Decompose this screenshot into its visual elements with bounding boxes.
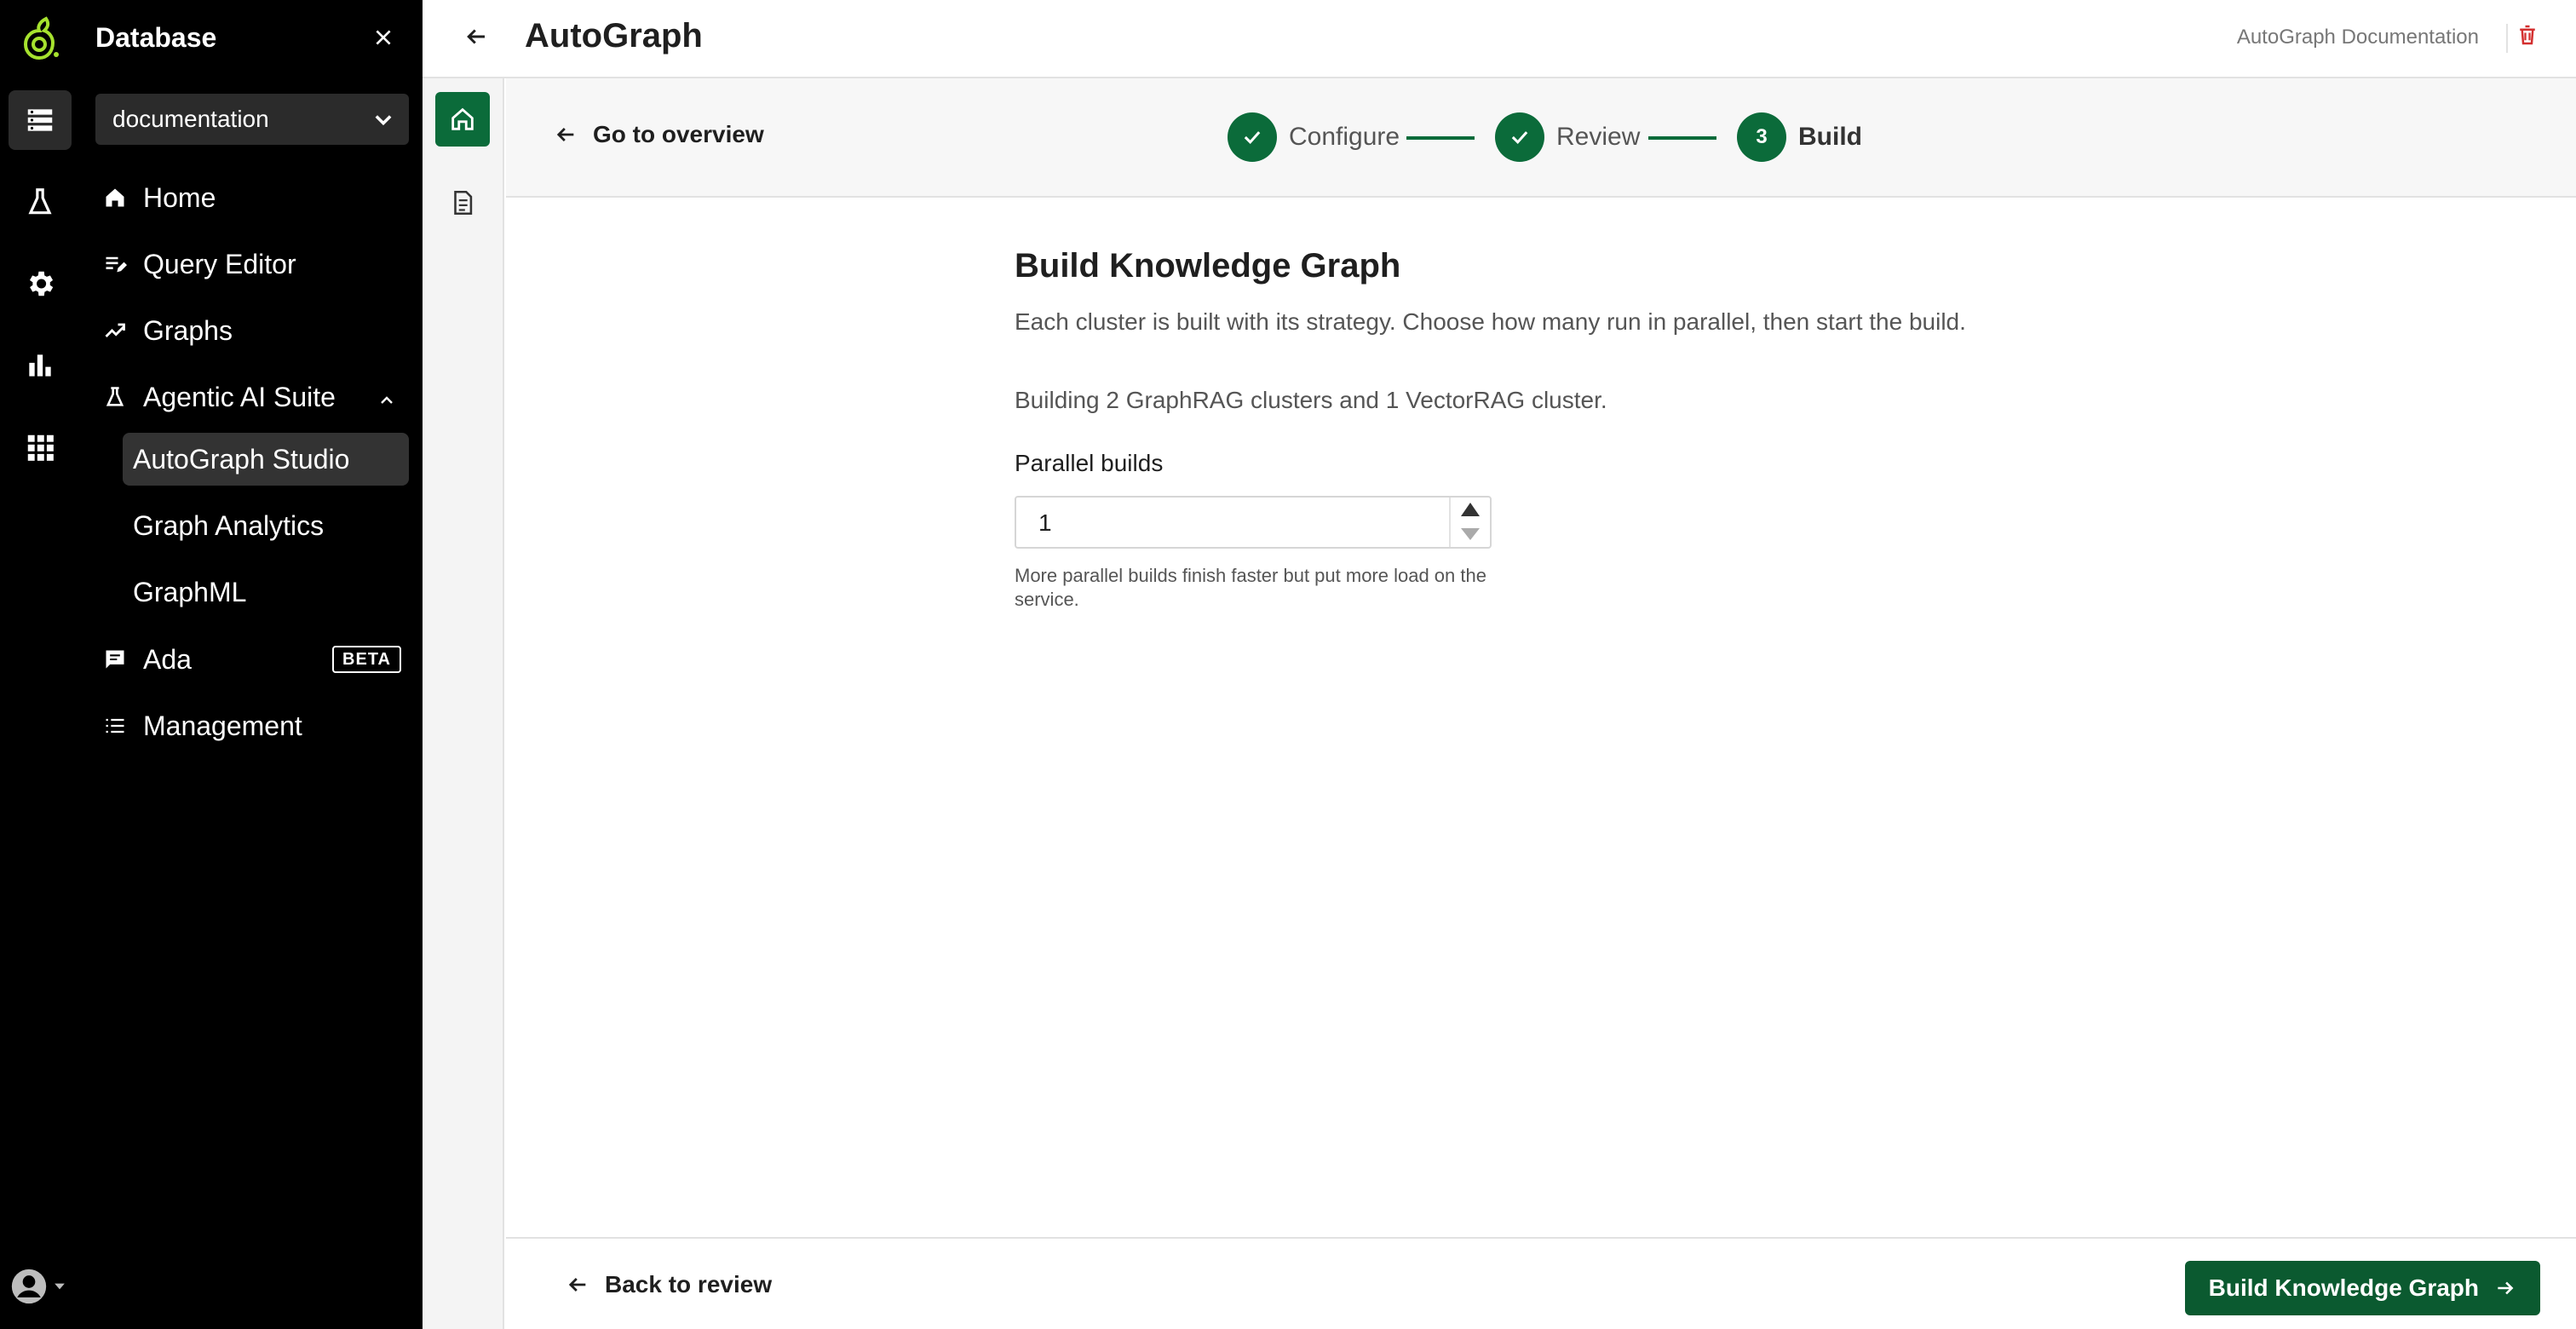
decrement-arrow-icon[interactable]: [1461, 528, 1480, 540]
trending-icon: [102, 318, 128, 343]
list-icon: [102, 713, 128, 739]
sidebar-item-graphs[interactable]: Graphs: [102, 303, 233, 358]
settings-icon[interactable]: [9, 254, 72, 314]
sidebar-item-label: Home: [143, 181, 216, 213]
parallel-builds-input[interactable]: 1: [1015, 496, 1492, 549]
chevron-down-icon: [375, 115, 392, 126]
query-editor-icon: [102, 251, 128, 277]
document-icon[interactable]: [435, 175, 490, 230]
flask-icon[interactable]: [9, 172, 72, 232]
user-menu[interactable]: [10, 1268, 70, 1305]
stepper-bar: Go to overview Configure Review 3 Build: [506, 78, 2576, 198]
logo-icon: [20, 15, 61, 60]
database-select-value: documentation: [112, 106, 269, 132]
page-header: AutoGraph AutoGraph Documentation: [423, 0, 2576, 78]
section-subtitle: Each cluster is built with its strategy.…: [1015, 308, 1966, 335]
sidebar: Database documentation Home Query Editor…: [82, 0, 423, 1329]
database-icon[interactable]: [9, 90, 72, 150]
caret-down-icon: [55, 1283, 65, 1290]
sidebar-subitem-label: GraphML: [133, 576, 247, 607]
sidebar-item-ada[interactable]: Ada: [102, 632, 192, 687]
sidebar-item-label: Agentic AI Suite: [143, 381, 336, 412]
page-title: AutoGraph: [525, 17, 703, 55]
header-divider: [2506, 24, 2508, 53]
bar-chart-icon[interactable]: [9, 336, 72, 395]
sidebar-subitem-graphml[interactable]: GraphML: [123, 566, 409, 618]
step-connector: [1406, 136, 1475, 140]
section-title: Build Knowledge Graph: [1015, 247, 1401, 285]
step-configure-check-icon: [1228, 112, 1277, 162]
back-to-review-button[interactable]: Back to review: [566, 1271, 772, 1298]
sidebar-subitem-autograph-studio[interactable]: AutoGraph Studio: [123, 433, 409, 486]
back-arrow-icon[interactable]: [463, 24, 494, 55]
build-knowledge-graph-label: Build Knowledge Graph: [2208, 1274, 2479, 1301]
step-configure-label: Configure: [1289, 123, 1400, 151]
go-to-overview-link[interactable]: Go to overview: [554, 121, 764, 148]
build-knowledge-graph-button[interactable]: Build Knowledge Graph: [2184, 1261, 2540, 1315]
step-connector: [1648, 136, 1716, 140]
back-to-review-label: Back to review: [605, 1271, 773, 1297]
build-panel: Build Knowledge Graph Each cluster is bu…: [1015, 247, 2122, 610]
build-summary: Building 2 GraphRAG clusters and 1 Vecto…: [1015, 387, 1607, 413]
sidebar-subitem-graph-analytics[interactable]: Graph Analytics: [123, 499, 409, 552]
increment-arrow-icon[interactable]: [1461, 503, 1480, 516]
step-build-number: 3: [1737, 112, 1786, 162]
parallel-builds-label: Parallel builds: [1015, 450, 1164, 476]
arrow-left-icon: [556, 128, 574, 141]
flask-icon: [102, 384, 128, 410]
apps-grid-icon[interactable]: [9, 417, 72, 477]
parallel-builds-helper: More parallel builds finish faster but p…: [1015, 565, 1486, 610]
sidebar-item-home[interactable]: Home: [102, 170, 216, 225]
icon-rail: [0, 0, 82, 1329]
sidebar-title: Database: [95, 22, 217, 53]
trash-icon[interactable]: [2515, 22, 2544, 51]
footer-bar: Back to review Build Knowledge Graph: [506, 1237, 2576, 1329]
sidebar-item-management[interactable]: Management: [102, 699, 302, 753]
arrow-left-icon: [568, 1278, 586, 1292]
beta-badge: BETA: [332, 646, 401, 673]
database-select[interactable]: documentation: [95, 94, 409, 145]
sidebar-item-label: Ada: [143, 643, 192, 675]
go-to-overview-label: Go to overview: [593, 121, 764, 147]
chat-icon: [102, 647, 128, 672]
sidebar-item-label: Graphs: [143, 314, 233, 346]
home-icon: [102, 185, 128, 210]
account-icon: [11, 1269, 47, 1304]
sidebar-item-agentic-ai-suite[interactable]: Agentic AI Suite: [102, 370, 336, 424]
sidebar-subitem-label: Graph Analytics: [133, 509, 325, 541]
step-review-label: Review: [1556, 123, 1641, 151]
documentation-link[interactable]: AutoGraph Documentation: [2237, 26, 2479, 49]
sidebar-item-label: Management: [143, 710, 302, 741]
secondary-rail: [423, 78, 504, 1329]
sidebar-subitem-label: AutoGraph Studio: [133, 443, 350, 475]
arrow-right-icon: [2498, 1281, 2514, 1295]
step-review-check-icon: [1495, 112, 1544, 162]
sidebar-item-label: Query Editor: [143, 248, 296, 279]
home-outline-icon[interactable]: [435, 92, 490, 147]
step-build-label: Build: [1798, 123, 1862, 151]
parallel-builds-value: 1: [1038, 509, 1052, 536]
close-icon[interactable]: [368, 22, 399, 53]
sidebar-item-query-editor[interactable]: Query Editor: [102, 237, 296, 291]
parallel-builds-stepper[interactable]: [1449, 498, 1490, 547]
chevron-up-icon[interactable]: [377, 390, 397, 411]
